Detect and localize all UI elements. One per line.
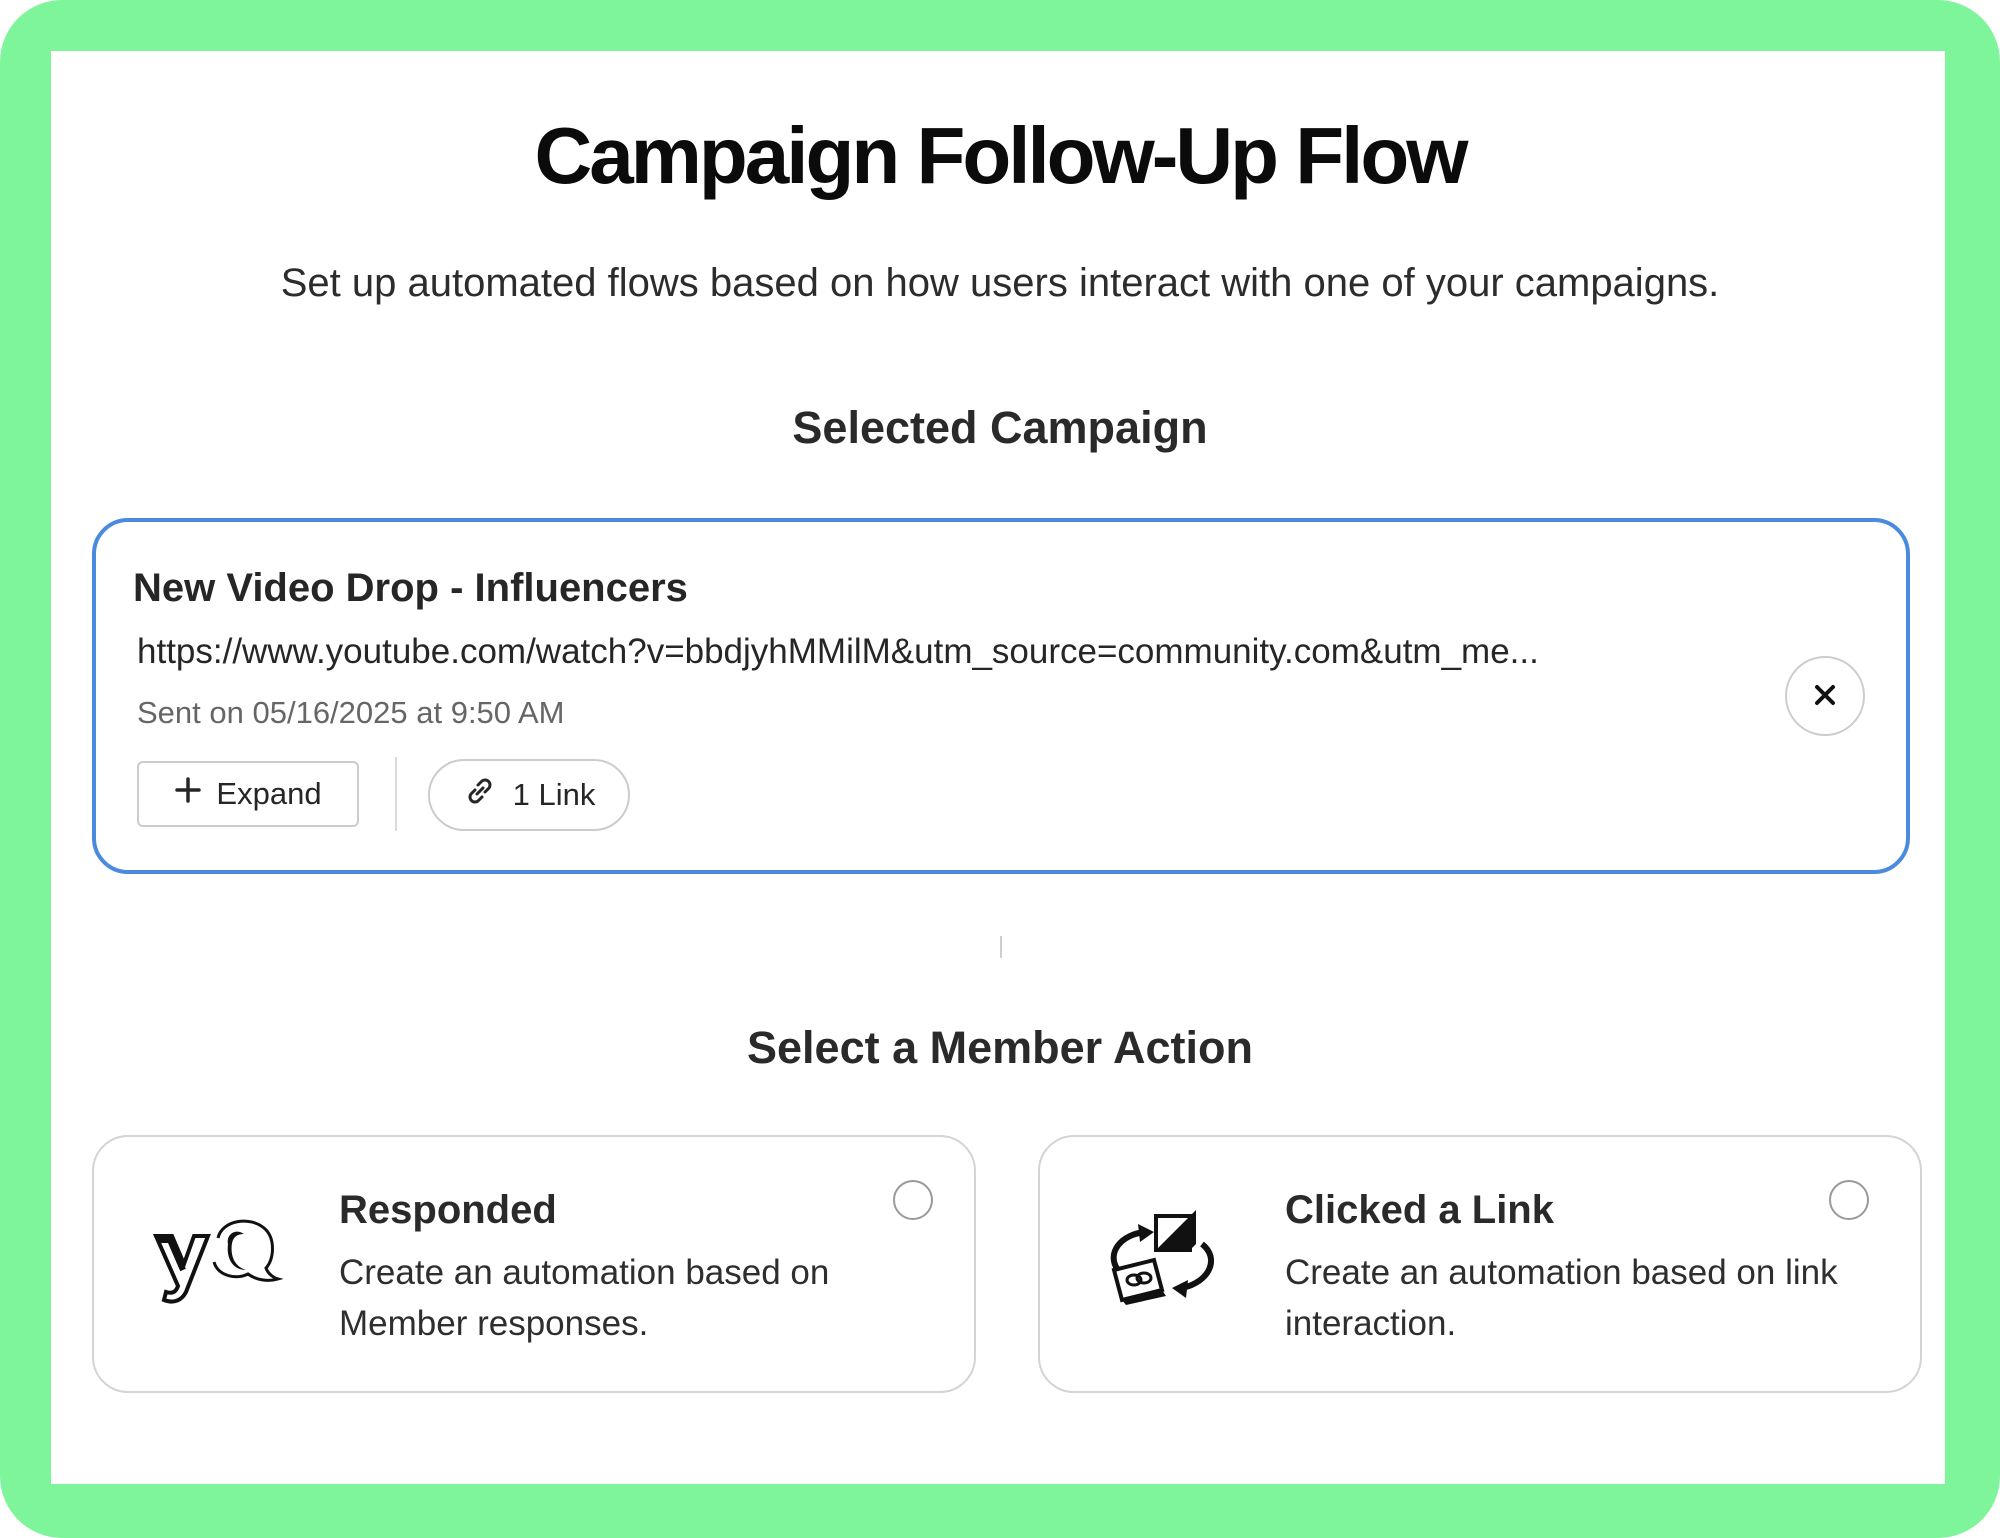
responded-radio[interactable] <box>893 1180 933 1220</box>
link-cycle-icon <box>1098 1210 1228 1310</box>
close-icon <box>1812 682 1838 711</box>
selected-campaign-heading: Selected Campaign <box>792 402 1208 453</box>
expand-button[interactable]: Expand <box>137 761 359 827</box>
expand-label: Expand <box>216 776 322 811</box>
remove-campaign-button[interactable] <box>1785 656 1865 736</box>
member-action-heading: Select a Member Action <box>747 1022 1253 1073</box>
links-label: 1 Link <box>512 777 596 812</box>
clicked-link-description: Create an automation based on link inter… <box>1285 1253 1838 1343</box>
link-icon <box>463 774 497 816</box>
page-subtitle: Set up automated flows based on how user… <box>280 261 1720 305</box>
links-button[interactable]: 1 Link <box>428 759 630 831</box>
page-title: Campaign Follow-Up Flow <box>534 111 1469 200</box>
campaign-url: https://www.youtube.com/watch?v=bbdjyhMM… <box>137 632 1539 671</box>
speech-bubble-icon <box>150 1210 285 1310</box>
button-divider <box>395 757 397 831</box>
responded-title: Responded <box>339 1188 557 1232</box>
campaign-name: New Video Drop - Influencers <box>133 566 688 610</box>
clicked-link-radio[interactable] <box>1829 1180 1869 1220</box>
responded-description: Create an automation based on Member res… <box>339 1253 830 1343</box>
clicked-link-title: Clicked a Link <box>1285 1188 1554 1232</box>
plus-icon <box>174 776 202 812</box>
flow-connector <box>1000 936 1002 958</box>
campaign-sent-date: Sent on 05/16/2025 at 9:50 AM <box>137 695 565 730</box>
